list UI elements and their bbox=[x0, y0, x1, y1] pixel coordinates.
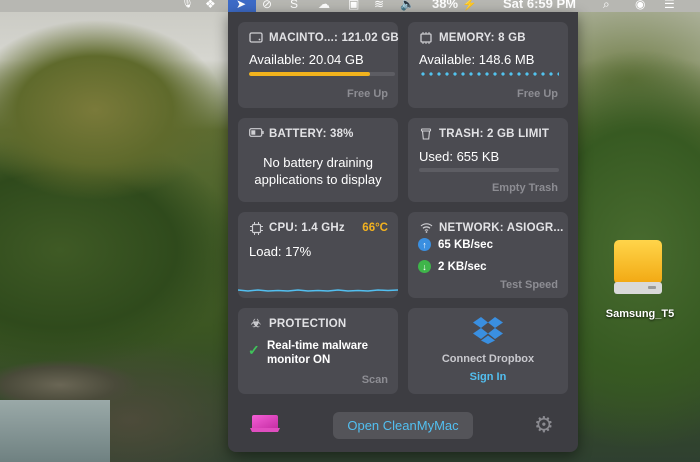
battery-message-line2: applications to display bbox=[254, 172, 382, 187]
volume-icon[interactable]: 🔈 bbox=[400, 0, 415, 11]
battery-percent[interactable]: 38% bbox=[432, 0, 458, 11]
menubar-clock[interactable]: Sat 6:59 PM bbox=[503, 0, 576, 11]
cleanmymac-logo[interactable] bbox=[250, 413, 280, 435]
dropbox-card[interactable]: Connect Dropbox Sign In bbox=[408, 308, 568, 394]
dropbox-logo-icon bbox=[473, 317, 503, 344]
download-arrow-icon: ↓ bbox=[418, 260, 431, 273]
trash-usage-bar bbox=[419, 168, 559, 172]
memory-card[interactable]: MEMORY: 8 GB Available: 148.6 MB Free Up bbox=[408, 22, 568, 108]
spotlight-search-icon[interactable]: ⌕ bbox=[603, 0, 610, 11]
memory-title-text: MEMORY: 8 GB bbox=[439, 32, 526, 44]
battery-charging-icon[interactable]: ⚡ bbox=[462, 0, 477, 11]
memory-available: Available: 148.6 MB bbox=[419, 52, 535, 67]
memory-usage-dots bbox=[419, 72, 559, 76]
protection-status-line1: Real-time malware bbox=[267, 340, 368, 352]
microphone-icon[interactable]: 🎙 bbox=[181, 0, 194, 11]
test-speed-button[interactable]: Test Speed bbox=[500, 279, 558, 291]
protection-status: Real-time malware monitor ON bbox=[267, 339, 368, 367]
cpu-card-title: CPU: 1.4 GHz bbox=[249, 222, 345, 235]
dropbox-sign-in-link[interactable]: Sign In bbox=[408, 371, 568, 383]
checkmark-icon: ✓ bbox=[248, 342, 260, 358]
trash-icon bbox=[419, 128, 433, 140]
empty-trash-button[interactable]: Empty Trash bbox=[492, 182, 558, 194]
compass-icon[interactable]: ⊘ bbox=[262, 0, 272, 11]
battery-title-text: BATTERY: 38% bbox=[269, 128, 354, 140]
network-download-row: ↓ 2 KB/sec bbox=[418, 260, 487, 273]
biohazard-icon: ☣ bbox=[250, 318, 262, 330]
cpu-chip-icon bbox=[249, 222, 263, 235]
trash-card-title: TRASH: 2 GB LIMIT bbox=[419, 128, 549, 140]
cpu-temperature: 66°C bbox=[362, 222, 388, 234]
disk-card-title: MACINTO...: 121.02 GB bbox=[249, 32, 399, 44]
memory-card-title: MEMORY: 8 GB bbox=[419, 32, 526, 44]
disk-title-text: MACINTO...: 121.02 GB bbox=[269, 32, 399, 44]
network-card-title: NETWORK: ASIOGR... bbox=[419, 222, 564, 234]
battery-card[interactable]: BATTERY: 38% No battery draining applica… bbox=[238, 118, 398, 202]
wifi-card-icon bbox=[419, 222, 433, 234]
menu-bar: 🎙 ❖ ➤ ⊘ S ☁ ▣ ≋ 🔈 38% ⚡ Sat 6:59 PM ⌕ ◉ … bbox=[0, 0, 700, 12]
memory-free-up-button[interactable]: Free Up bbox=[517, 88, 558, 100]
open-cleanmymac-button[interactable]: Open CleanMyMac bbox=[333, 412, 473, 439]
cpu-card[interactable]: CPU: 1.4 GHz 66°C Load: 17% bbox=[238, 212, 398, 298]
disk-free-up-button[interactable]: Free Up bbox=[347, 88, 388, 100]
disk-available: Available: 20.04 GB bbox=[249, 52, 364, 67]
upload-arrow-icon: ↑ bbox=[418, 238, 431, 251]
cpu-load-graph bbox=[238, 289, 398, 292]
cpu-load: Load: 17% bbox=[249, 244, 312, 259]
network-upload-speed: 65 KB/sec bbox=[438, 238, 493, 251]
network-title-text: NETWORK: ASIOGR... bbox=[439, 222, 564, 234]
script-icon[interactable]: S bbox=[290, 0, 298, 11]
battery-card-title: BATTERY: 38% bbox=[249, 128, 354, 140]
trash-card[interactable]: TRASH: 2 GB LIMIT Used: 655 KB Empty Tra… bbox=[408, 118, 568, 202]
protection-title-text: PROTECTION bbox=[269, 318, 347, 330]
cloud-upload-icon[interactable]: ☁ bbox=[318, 0, 330, 11]
network-upload-row: ↑ 65 KB/sec bbox=[418, 238, 493, 251]
sea-water bbox=[0, 400, 110, 462]
samsung-drive-icon[interactable] bbox=[612, 240, 664, 296]
wifi-icon[interactable]: ≋ bbox=[374, 0, 384, 11]
cleanmymac-menu-panel: MACINTO...: 121.02 GB Available: 20.04 G… bbox=[228, 12, 578, 452]
connect-dropbox-label: Connect Dropbox bbox=[441, 353, 535, 365]
cleanmymac-menubar-icon[interactable]: ➤ bbox=[236, 0, 246, 11]
samsung-drive-label[interactable]: Samsung_T5 bbox=[595, 308, 685, 320]
trash-title-text: TRASH: 2 GB LIMIT bbox=[439, 128, 550, 140]
protection-card-title: ☣ PROTECTION bbox=[249, 318, 346, 330]
protection-card[interactable]: ☣ PROTECTION ✓ Real-time malware monitor… bbox=[238, 308, 398, 394]
memory-chip-icon bbox=[419, 32, 433, 44]
disk-usage-fill bbox=[249, 72, 371, 76]
siri-icon[interactable]: ◉ bbox=[635, 0, 645, 11]
screenshot-icon[interactable]: ▣ bbox=[348, 0, 359, 11]
cpu-title-text: CPU: 1.4 GHz bbox=[269, 222, 345, 234]
hard-drive-icon bbox=[249, 32, 263, 44]
dropbox-menubar-icon[interactable]: ❖ bbox=[205, 0, 216, 11]
scan-button[interactable]: Scan bbox=[362, 374, 388, 386]
protection-status-line2: monitor ON bbox=[267, 354, 331, 366]
network-card[interactable]: NETWORK: ASIOGR... ↑ 65 KB/sec ↓ 2 KB/se… bbox=[408, 212, 568, 298]
disk-card[interactable]: MACINTO...: 121.02 GB Available: 20.04 G… bbox=[238, 22, 399, 108]
notification-center-icon[interactable]: ☰ bbox=[664, 0, 675, 11]
settings-gear-icon[interactable]: ⚙ bbox=[534, 414, 554, 436]
battery-icon bbox=[249, 128, 264, 140]
trash-used: Used: 655 KB bbox=[419, 149, 500, 164]
disk-usage-bar bbox=[249, 72, 395, 76]
battery-message: No battery draining applications to disp… bbox=[238, 154, 398, 188]
battery-message-line1: No battery draining bbox=[263, 155, 373, 170]
network-download-speed: 2 KB/sec bbox=[438, 260, 487, 273]
